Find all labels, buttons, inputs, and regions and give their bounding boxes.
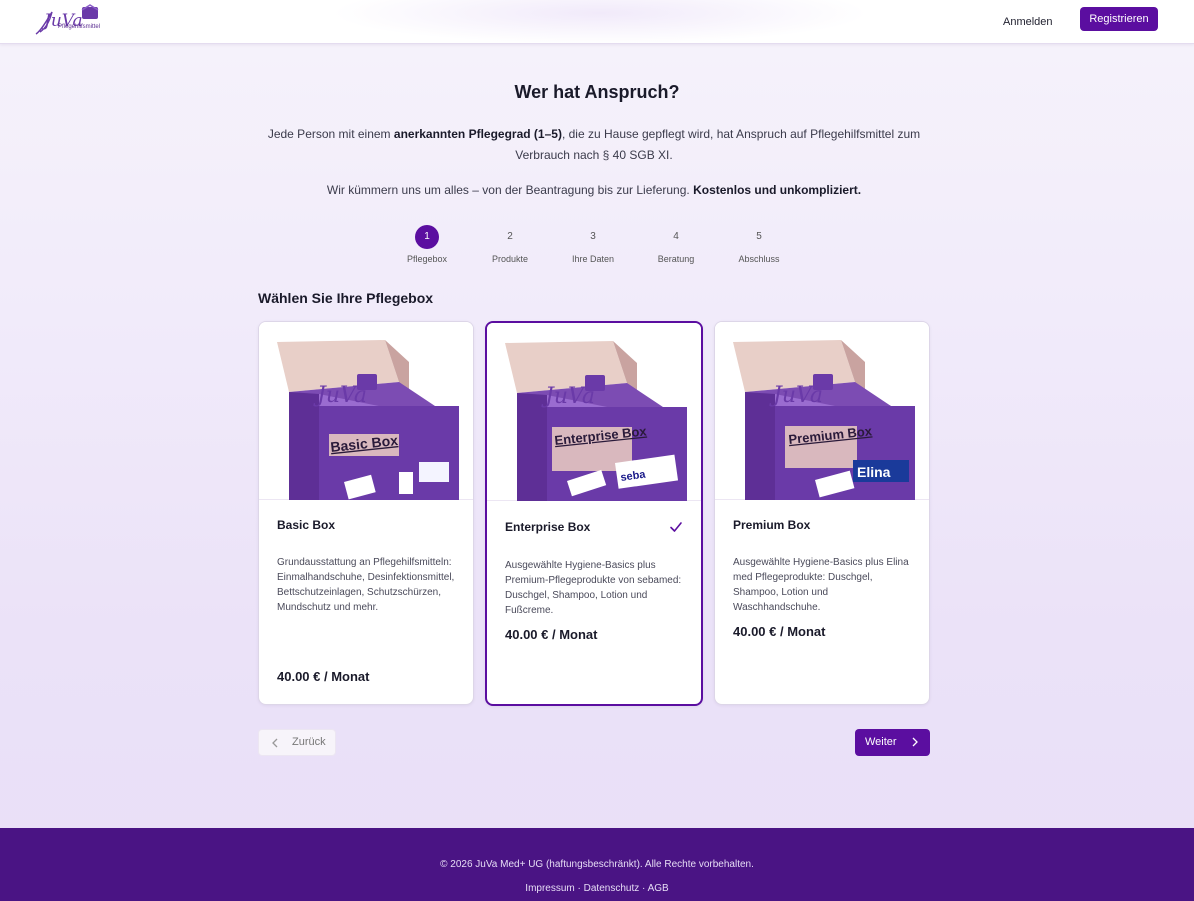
footer-link-datenschutz[interactable]: Datenschutz [584, 883, 640, 894]
login-link[interactable]: Anmelden [1003, 12, 1053, 32]
step-number: 2 [507, 231, 513, 242]
step-label: Abschluss [738, 254, 780, 264]
eligibility-text: Jede Person mit einem anerkannten Pflege… [258, 124, 930, 166]
header-decoration [330, 0, 870, 44]
box-image: JuVa Enterprise Box seba [487, 323, 701, 501]
box-card-premium[interactable]: JuVa Premium Box Elina Premium Box Ausge… [714, 321, 930, 705]
intro-text-part2: , die zu Hause gepflegt wird, hat Anspru… [515, 127, 921, 162]
box-card-enterprise[interactable]: JuVa Enterprise Box seba Enterprise Box … [485, 321, 703, 706]
step-abschluss: 5 Abschluss [719, 225, 799, 264]
box-image: JuVa Premium Box Elina [715, 322, 929, 500]
step-label: Beratung [657, 254, 695, 264]
service-text-bold: Kostenlos und unkompliziert. [693, 183, 862, 197]
card-description: Grundausstattung an Pflegehilfsmitteln: … [277, 557, 455, 613]
step-ihre-daten: 3 Ihre Daten [553, 225, 633, 264]
card-price: 40.00 € / Monat [277, 669, 370, 684]
footer-links: Impressum · Datenschutz · AGB [0, 883, 1194, 894]
step-pflegebox: 1 Pflegebox [387, 225, 467, 264]
card-description: Ausgewählte Hygiene-Basics plus Premium-… [505, 560, 682, 616]
back-button[interactable]: Zurück [258, 729, 336, 756]
intro-text-part1: Jede Person mit einem [267, 127, 394, 141]
step-produkte: 2 Produkte [470, 225, 550, 264]
register-button[interactable]: Registrieren [1080, 7, 1158, 31]
next-button[interactable]: Weiter [855, 729, 930, 756]
logo[interactable]: JuVa [32, 4, 102, 38]
footer-link-separator: · [639, 883, 648, 894]
svg-text:Elina: Elina [857, 464, 891, 480]
card-price: 40.00 € / Monat [733, 624, 826, 639]
site-footer: © 2026 JuVa Med+ UG (haftungsbeschränkt)… [0, 828, 1194, 901]
card-price: 40.00 € / Monat [505, 627, 598, 642]
copyright-text: © 2026 JuVa Med+ UG (haftungsbeschränkt)… [440, 859, 754, 870]
card-title: Premium Box [733, 518, 811, 532]
box-image: JuVa Basic Box [259, 322, 473, 500]
step-beratung: 4 Beratung [636, 225, 716, 264]
step-label: Ihre Daten [571, 254, 615, 264]
step-number: 3 [590, 231, 596, 242]
footer-link-separator: · [574, 883, 584, 894]
chevron-left-icon [272, 738, 278, 748]
footer-link-agb[interactable]: AGB [648, 883, 669, 894]
card-title: Enterprise Box [505, 520, 591, 534]
step-number: 1 [415, 225, 439, 249]
footer-link-impressum[interactable]: Impressum [525, 883, 574, 894]
intro-text-bold: anerkannten Pflegegrad (1–5) [393, 127, 562, 141]
step-number: 4 [673, 231, 679, 242]
step-number: 5 [756, 231, 762, 242]
box-card-basic[interactable]: JuVa Basic Box Basic Box Grundausstattun… [258, 321, 474, 705]
step-label: Pflegebox [406, 254, 448, 264]
section-title: Wählen Sie Ihre Pflegebox [258, 290, 434, 306]
next-button-label: Weiter [865, 736, 897, 748]
card-description: Ausgewählte Hygiene-Basics plus Elina me… [733, 557, 909, 613]
back-button-label: Zurück [292, 736, 326, 748]
card-title: Basic Box [277, 518, 336, 532]
logo-graphic: JuVa [35, 4, 99, 35]
service-text: Wir kümmern uns um alles – von der Beant… [258, 180, 930, 201]
step-label: Produkte [491, 254, 529, 264]
service-text-part1: Wir kümmern uns um alles – von der Beant… [326, 183, 694, 197]
logo-subtitle: Pflegehilfsmittel [58, 24, 101, 30]
site-header: JuVa Pflegehilfsmittel Anmelden Registri… [0, 0, 1194, 44]
check-icon [670, 522, 682, 532]
page-title: Wer hat Anspruch? [514, 82, 680, 102]
chevron-right-icon [912, 737, 918, 747]
